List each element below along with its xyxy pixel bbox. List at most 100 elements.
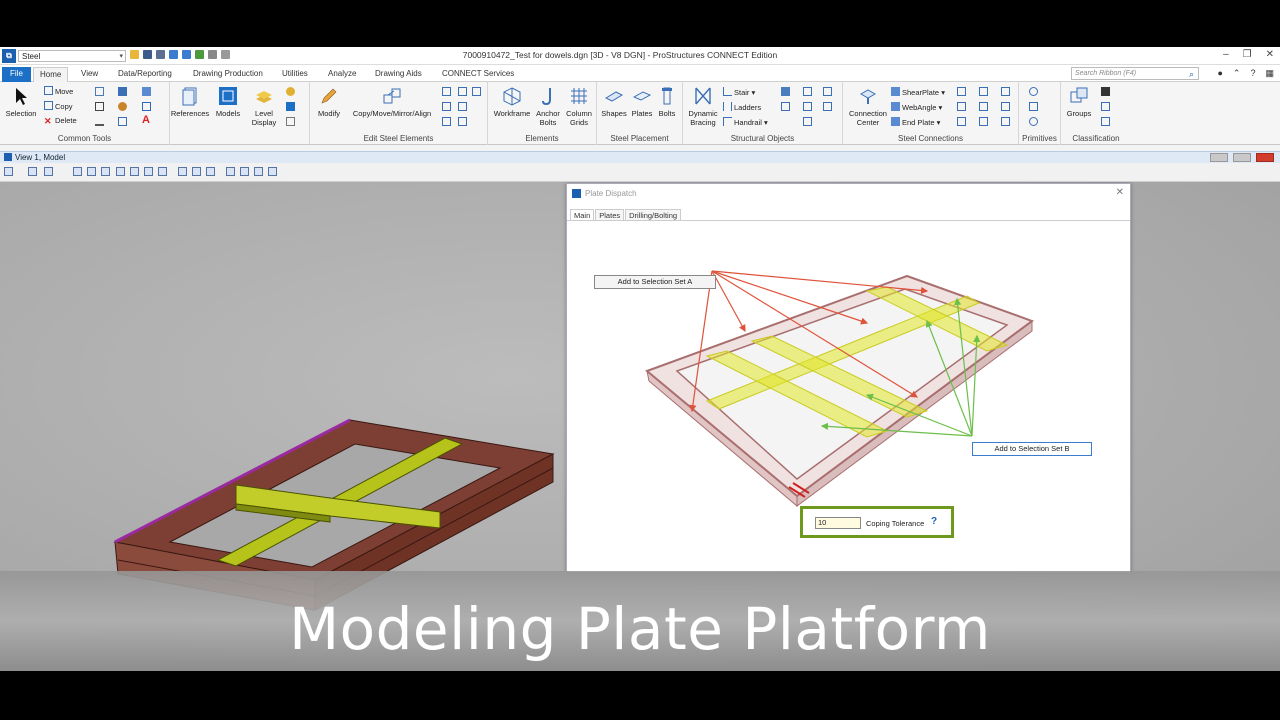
selection-set-b-button[interactable]: Add to Selection Set B — [972, 442, 1092, 456]
help-question-icon[interactable]: ? — [931, 516, 937, 527]
line-tool-icon[interactable] — [118, 87, 127, 96]
plates-button[interactable]: Plates — [629, 86, 655, 118]
view-attributes-icon[interactable] — [286, 117, 295, 126]
end-plate-button[interactable]: End Plate ▾ — [891, 117, 940, 128]
tab-drawing-production[interactable]: Drawing Production — [187, 67, 269, 82]
haunch-icon[interactable] — [1001, 102, 1010, 111]
dynamic-bracing-button[interactable]: Dynamic Bracing — [685, 86, 721, 127]
ladders-button[interactable]: Ladders — [723, 102, 761, 113]
connect-icon[interactable]: ▦ — [1265, 68, 1274, 79]
cladding-icon[interactable] — [823, 87, 832, 96]
selection-set-a-button[interactable]: Add to Selection Set A — [594, 275, 716, 289]
workframe-button[interactable]: Workframe — [491, 86, 533, 118]
stair-button[interactable]: Stair ▾ — [723, 87, 755, 98]
split-icon[interactable] — [442, 87, 451, 96]
purlin-icon[interactable] — [781, 87, 790, 96]
text-tool-icon[interactable]: A — [142, 115, 150, 126]
base-plate-icon[interactable] — [957, 87, 966, 96]
webangle-button[interactable]: WebAngle ▾ — [891, 102, 942, 113]
cut-icon[interactable] — [472, 87, 481, 96]
brace-connection-icon[interactable] — [1001, 117, 1010, 126]
beam-icon[interactable] — [458, 117, 467, 126]
view-restore-icon[interactable] — [1233, 153, 1251, 162]
fence-icon[interactable] — [95, 102, 104, 111]
level-manager-icon[interactable] — [286, 87, 295, 96]
tab-data-reporting[interactable]: Data/Reporting — [112, 67, 178, 82]
properties-icon[interactable] — [1101, 87, 1110, 96]
selection-button[interactable]: Selection — [3, 86, 39, 118]
item-types-icon[interactable] — [1101, 102, 1110, 111]
view-minimize-icon[interactable] — [1210, 153, 1228, 162]
splice-icon[interactable] — [1001, 87, 1010, 96]
search-icon[interactable]: ⌕ — [1189, 68, 1194, 80]
level-display-button[interactable]: Level Display — [246, 86, 282, 127]
platform-model-3d[interactable] — [0, 182, 560, 632]
view-previous-icon[interactable] — [178, 167, 187, 176]
classify-icon[interactable] — [1101, 117, 1110, 126]
rotate-icon[interactable] — [442, 117, 451, 126]
dialog-close-icon[interactable]: ✕ — [1116, 187, 1124, 198]
grid-icon[interactable] — [142, 102, 151, 111]
measure-icon[interactable] — [95, 117, 104, 126]
search-ribbon-input[interactable]: Search Ribbon (F4) ⌕ — [1071, 67, 1199, 80]
coping-tolerance-input[interactable]: 10 — [815, 517, 861, 529]
view-settings-button[interactable] — [44, 167, 53, 176]
tab-utilities[interactable]: Utilities — [276, 67, 314, 82]
modify-button[interactable]: Modify — [314, 86, 344, 118]
tab-home[interactable]: Home — [33, 67, 69, 82]
references-button[interactable]: References — [170, 86, 210, 118]
shearplate-button[interactable]: ShearPlate ▾ — [891, 87, 945, 98]
user-icon[interactable]: ● — [1217, 68, 1222, 79]
grating-icon[interactable] — [781, 102, 790, 111]
groups-button[interactable]: Groups — [1064, 86, 1094, 118]
view-attributes-button[interactable] — [4, 167, 13, 176]
torus-icon[interactable] — [1029, 117, 1038, 126]
cone-icon[interactable] — [1029, 102, 1038, 111]
window-area-icon[interactable] — [116, 167, 125, 176]
pan-view-icon[interactable] — [158, 167, 167, 176]
delete-button[interactable]: ✕ Delete — [44, 116, 77, 126]
fill-icon[interactable] — [118, 102, 127, 111]
zoom-in-icon[interactable] — [87, 167, 96, 176]
tab-connect-services[interactable]: CONNECT Services — [436, 67, 520, 82]
display-style-toggle-icon[interactable] — [268, 167, 277, 176]
models-button[interactable]: Models — [212, 86, 244, 118]
help-icon[interactable]: ? — [1250, 68, 1255, 79]
view-close-icon[interactable] — [1256, 153, 1274, 162]
rotate-view-icon[interactable] — [144, 167, 153, 176]
gusset-icon[interactable] — [979, 87, 988, 96]
stiffener-icon[interactable] — [957, 102, 966, 111]
frame-icon[interactable] — [803, 117, 812, 126]
display-style-icon[interactable] — [286, 102, 295, 111]
cope-icon[interactable] — [458, 102, 467, 111]
tab-drawing-aids[interactable]: Drawing Aids — [369, 67, 428, 82]
clip-angle-icon[interactable] — [957, 117, 966, 126]
bolts-button[interactable]: Bolts — [655, 86, 679, 118]
minimize-icon[interactable]: – — [1223, 49, 1229, 60]
tab-file[interactable]: File — [2, 67, 31, 82]
fit-view-icon[interactable] — [130, 167, 139, 176]
attributes-icon[interactable] — [142, 87, 151, 96]
copy-button[interactable]: Copy — [44, 101, 73, 112]
view-display-button[interactable] — [28, 167, 37, 176]
sphere-icon[interactable] — [1029, 87, 1038, 96]
tab-view[interactable]: View — [75, 67, 104, 82]
update-view-icon[interactable] — [73, 167, 82, 176]
toggle-icon[interactable] — [240, 167, 249, 176]
connection-center-button[interactable]: Connection Center — [845, 86, 891, 127]
render-icon[interactable] — [254, 167, 263, 176]
camera-icon[interactable] — [206, 167, 215, 176]
extend-icon[interactable] — [458, 87, 467, 96]
copy-move-mirror-align-button[interactable]: Copy/Move/Mirror/Align — [346, 86, 438, 118]
seat-icon[interactable] — [979, 117, 988, 126]
element-selection-icon[interactable] — [95, 87, 104, 96]
trim-icon[interactable] — [442, 102, 451, 111]
tab-analyze[interactable]: Analyze — [322, 67, 362, 82]
close-icon[interactable]: ✕ — [1266, 49, 1274, 60]
handrail-button[interactable]: Handrail ▾ — [723, 117, 768, 128]
view-next-icon[interactable] — [192, 167, 201, 176]
maximize-icon[interactable]: ❐ — [1243, 49, 1252, 60]
settings-icon[interactable] — [823, 102, 832, 111]
truss-icon[interactable] — [803, 102, 812, 111]
rectangle-icon[interactable] — [118, 117, 127, 126]
